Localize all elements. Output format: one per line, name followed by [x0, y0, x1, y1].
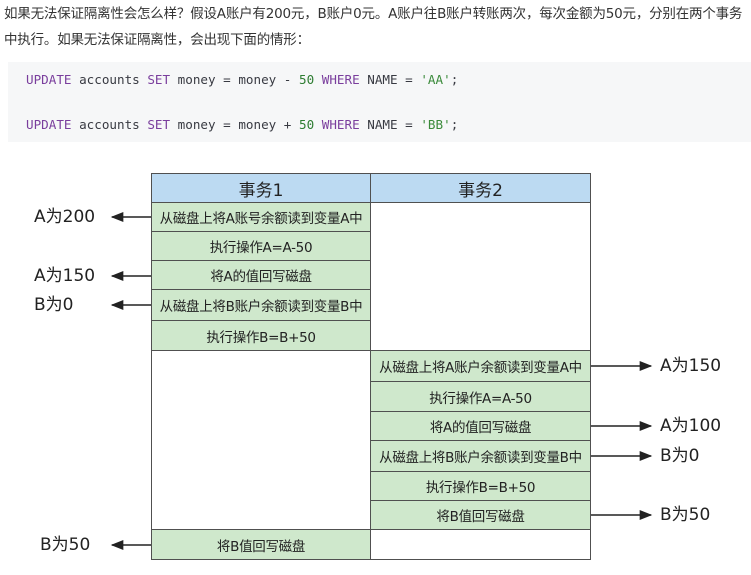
left-value-label: A为200 [34, 207, 96, 227]
left-value-label: A为150 [34, 266, 96, 286]
transaction-diagram: 事务1 事务2 从磁盘上将A账号余额读到变量A中 执行操作A=A-50 将A的值… [0, 0, 751, 575]
right-value-label: A为150 [660, 356, 722, 376]
left-value-label: B为0 [34, 295, 74, 315]
left-value-label: B为50 [40, 535, 91, 555]
arrows-layer [110, 211, 653, 551]
right-value-label: B为0 [660, 446, 700, 466]
right-value-label: B为50 [660, 505, 711, 525]
right-value-label: A为100 [660, 416, 722, 436]
